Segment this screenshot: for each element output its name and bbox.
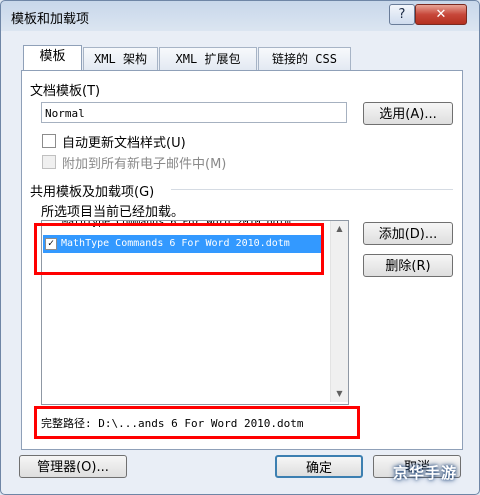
attach-email-checkbox[interactable] [42, 155, 56, 169]
document-template-label: 文档模板(T) [30, 84, 101, 99]
remove-template-button[interactable]: 删除(R) [363, 254, 453, 277]
title-bar: 模板和加载项 ? ✕ [1, 1, 479, 31]
global-templates-label: 共用模板及加载项(G) [30, 185, 155, 200]
watermark: 京华手游 [392, 464, 457, 482]
dialog-title: 模板和加载项 [11, 12, 90, 27]
tab-linked-css[interactable]: 链接的 CSS [258, 47, 351, 70]
select-template-button[interactable]: 选用(A)... [363, 102, 453, 125]
tab-xml-expansion-packs[interactable]: XML 扩展包 [159, 47, 257, 70]
templates-addins-dialog: 模板和加载项 ? ✕ 模板 XML 架构 XML 扩展包 链接的 CSS 文档模… [0, 0, 480, 495]
list-scrollbar[interactable]: ▲ ▼ [330, 221, 348, 402]
auto-update-label: 自动更新文档样式(U) [62, 136, 186, 151]
help-button[interactable]: ? [389, 4, 415, 25]
tab-xml-schema[interactable]: XML 架构 [83, 47, 158, 70]
annotation-box-list [34, 223, 324, 275]
auto-update-checkbox[interactable] [42, 134, 56, 148]
scroll-up-icon[interactable]: ▲ [331, 221, 348, 237]
loaded-note: 所选项目当前已经加载。 [41, 205, 185, 220]
ok-button[interactable]: 确定 [275, 455, 363, 478]
close-button[interactable]: ✕ [415, 4, 467, 25]
annotation-box-path [34, 406, 360, 439]
group-divider [171, 189, 453, 190]
scroll-down-icon[interactable]: ▼ [331, 386, 348, 402]
attach-email-label: 附加到所有新电子邮件中(M) [62, 157, 227, 172]
organizer-button[interactable]: 管理器(O)... [19, 455, 127, 478]
document-template-field[interactable]: Normal [41, 102, 347, 123]
add-template-button[interactable]: 添加(D)... [363, 222, 453, 245]
tab-templates[interactable]: 模板 [23, 45, 82, 71]
